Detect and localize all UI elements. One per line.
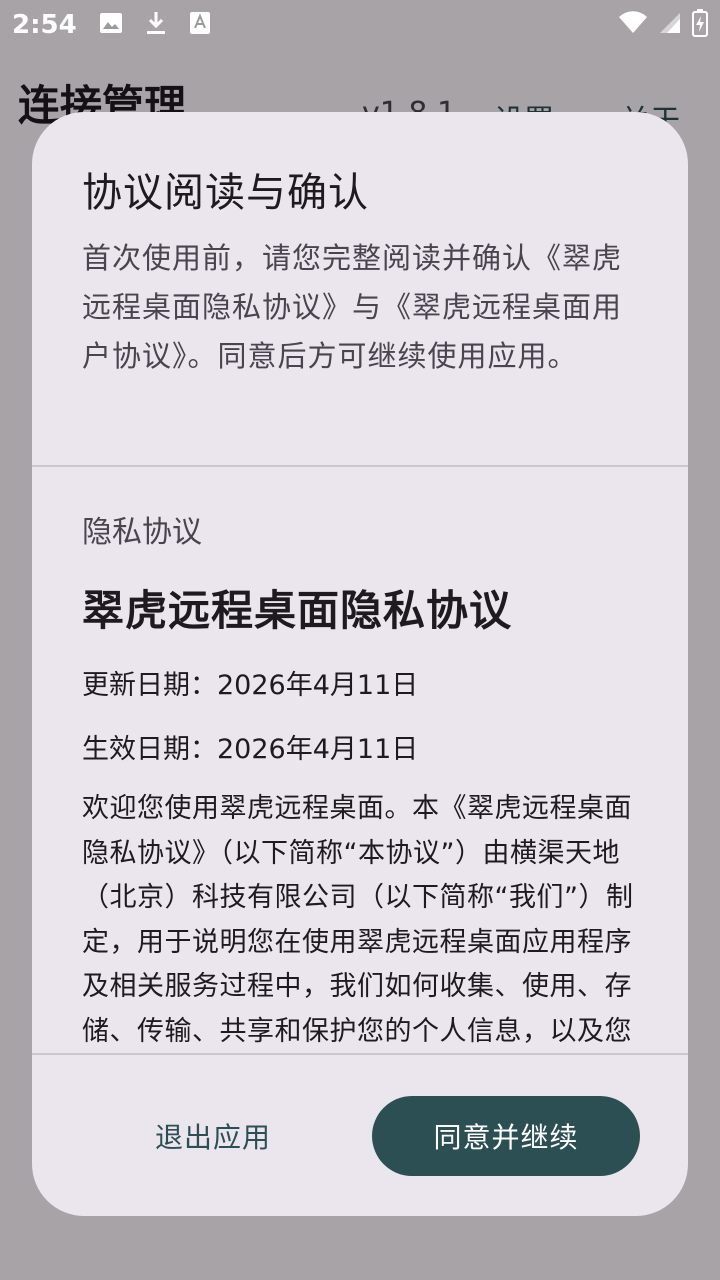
- download-icon: [145, 10, 167, 40]
- section-label: 隐私协议: [82, 515, 202, 550]
- agreement-body-text: 欢迎您使用翠虎远程桌面。本《翠虎远程桌面隐私协议》（以下简称“本协议”）由横渠天…: [82, 793, 634, 1047]
- dialog-intro-text: 首次使用前，请您完整阅读并确认《翠虎远程桌面隐私协议》与《翠虎远程桌面用户协议》…: [82, 241, 623, 373]
- translate-icon: [189, 11, 211, 39]
- updated-date: 更新日期：2026年4月11日: [82, 670, 419, 701]
- agree-continue-button[interactable]: 同意并继续: [372, 1096, 640, 1176]
- wifi-icon: [618, 11, 648, 39]
- battery-charging-icon: [692, 9, 708, 41]
- document-title: 翠虎远程桌面隐私协议: [82, 586, 513, 635]
- status-time: 2:54: [12, 10, 77, 40]
- image-icon: [99, 12, 123, 38]
- effective-date: 生效日期：2026年4月11日: [82, 734, 419, 765]
- dialog-title: 协议阅读与确认: [82, 170, 369, 216]
- status-bar: 2:54: [0, 0, 720, 50]
- exit-app-button[interactable]: 退出应用: [118, 1096, 308, 1176]
- divider-bottom: [32, 1053, 688, 1055]
- signal-icon: [658, 11, 682, 39]
- agreement-dialog: 协议阅读与确认 首次使用前，请您完整阅读并确认《翠虎远程桌面隐私协议》与《翠虎远…: [32, 112, 688, 1216]
- agreement-scroll-area[interactable]: 隐私协议 翠虎远程桌面隐私协议 更新日期：2026年4月11日 生效日期：202…: [32, 467, 688, 1053]
